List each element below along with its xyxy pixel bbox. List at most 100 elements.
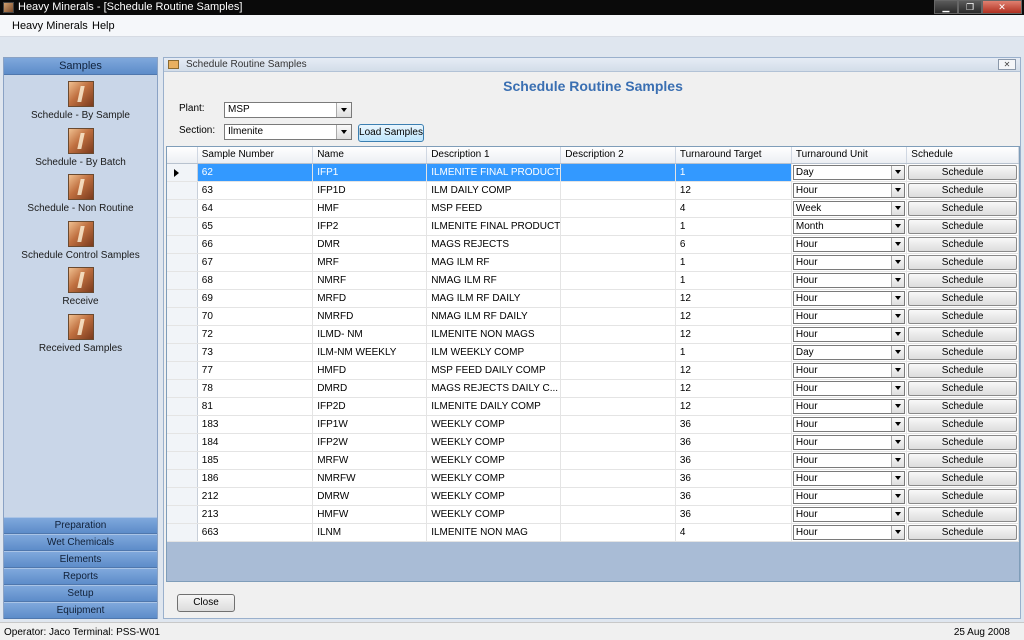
row-header[interactable]	[167, 181, 198, 200]
cell-description-2[interactable]	[560, 487, 676, 506]
cell-schedule[interactable]: Schedule	[906, 217, 1019, 236]
table-row[interactable]: 212 DMRW WEEKLY COMP 36 Hour Schedule	[167, 487, 1019, 506]
cell-name[interactable]: NMRF	[312, 271, 428, 290]
cell-description-2[interactable]	[560, 235, 676, 254]
table-row[interactable]: 186 NMRFW WEEKLY COMP 36 Hour Schedule	[167, 469, 1019, 488]
cell-description-1[interactable]: MAG ILM RF	[426, 253, 562, 272]
turnaround-unit-dropdown[interactable]: Day	[792, 344, 906, 360]
cell-schedule[interactable]: Schedule	[906, 523, 1019, 542]
turnaround-unit-dropdown[interactable]: Hour	[792, 434, 906, 450]
cell-name[interactable]: DMRW	[312, 487, 428, 506]
cell-name[interactable]: IFP2W	[312, 433, 428, 452]
table-row[interactable]: 81 IFP2D ILMENITE DAILY COMP 12 Hour Schedule	[167, 397, 1019, 416]
turnaround-unit-dropdown[interactable]: Hour	[792, 398, 906, 414]
table-row[interactable]: 77 HMFD MSP FEED DAILY COMP 12 Hour Schedule	[167, 361, 1019, 380]
cell-name[interactable]: HMF	[312, 199, 428, 218]
close-button[interactable]: Close	[177, 594, 235, 612]
child-close-button[interactable]: ✕	[998, 59, 1016, 70]
cell-turnaround-unit[interactable]: Hour	[791, 181, 908, 200]
nav-header-samples[interactable]: Samples	[4, 58, 157, 75]
cell-name[interactable]: MRF	[312, 253, 428, 272]
row-header[interactable]	[167, 163, 198, 182]
cell-turnaround-target[interactable]: 1	[675, 271, 792, 290]
row-header[interactable]	[167, 307, 198, 326]
row-header[interactable]	[167, 217, 198, 236]
schedule-button[interactable]: Schedule	[908, 344, 1017, 360]
schedule-button[interactable]: Schedule	[908, 308, 1017, 324]
schedule-button[interactable]: Schedule	[908, 236, 1017, 252]
row-header[interactable]	[167, 451, 198, 470]
cell-description-1[interactable]: ILMENITE FINAL PRODUCT	[426, 217, 562, 236]
cell-schedule[interactable]: Schedule	[906, 307, 1019, 326]
turnaround-unit-dropdown[interactable]: Hour	[792, 326, 906, 342]
cell-turnaround-unit[interactable]: Hour	[791, 361, 908, 380]
schedule-button[interactable]: Schedule	[908, 398, 1017, 414]
cell-turnaround-unit[interactable]: Hour	[791, 235, 908, 254]
cell-turnaround-target[interactable]: 4	[675, 199, 792, 218]
turnaround-unit-dropdown[interactable]: Hour	[792, 416, 906, 432]
cell-description-2[interactable]	[560, 469, 676, 488]
table-row[interactable]: 66 DMR MAGS REJECTS 6 Hour Schedule	[167, 235, 1019, 254]
cell-turnaround-unit[interactable]: Hour	[791, 487, 908, 506]
cell-name[interactable]: DMR	[312, 235, 428, 254]
cell-turnaround-unit[interactable]: Hour	[791, 523, 908, 542]
row-header[interactable]	[167, 469, 198, 488]
cell-sample-number[interactable]: 183	[197, 415, 314, 434]
cell-schedule[interactable]: Schedule	[906, 325, 1019, 344]
cell-sample-number[interactable]: 212	[197, 487, 314, 506]
nav-section-wet-chemicals[interactable]: Wet Chemicals	[4, 534, 157, 551]
schedule-button[interactable]: Schedule	[908, 362, 1017, 378]
column-header-sample-number[interactable]: Sample Number	[197, 147, 314, 164]
table-row[interactable]: 67 MRF MAG ILM RF 1 Hour Schedule	[167, 253, 1019, 272]
cell-sample-number[interactable]: 72	[197, 325, 314, 344]
cell-turnaround-target[interactable]: 4	[675, 523, 792, 542]
cell-turnaround-target[interactable]: 12	[675, 361, 792, 380]
cell-sample-number[interactable]: 184	[197, 433, 314, 452]
turnaround-unit-dropdown[interactable]: Hour	[792, 452, 906, 468]
cell-schedule[interactable]: Schedule	[906, 199, 1019, 218]
table-row[interactable]: 62 IFP1 ILMENITE FINAL PRODUCT 1 Day Schedule	[167, 163, 1019, 182]
row-header[interactable]	[167, 343, 198, 362]
column-header-schedule[interactable]: Schedule	[906, 147, 1019, 164]
nav-section-equipment[interactable]: Equipment	[4, 602, 157, 619]
cell-turnaround-target[interactable]: 36	[675, 433, 792, 452]
cell-schedule[interactable]: Schedule	[906, 235, 1019, 254]
cell-schedule[interactable]: Schedule	[906, 361, 1019, 380]
cell-description-2[interactable]	[560, 253, 676, 272]
cell-description-1[interactable]: MAG ILM RF DAILY	[426, 289, 562, 308]
table-row[interactable]: 63 IFP1D ILM DAILY COMP 12 Hour Schedule	[167, 181, 1019, 200]
cell-description-1[interactable]: WEEKLY COMP	[426, 433, 562, 452]
cell-name[interactable]: HMFD	[312, 361, 428, 380]
cell-description-2[interactable]	[560, 505, 676, 524]
schedule-button[interactable]: Schedule	[908, 380, 1017, 396]
cell-description-1[interactable]: WEEKLY COMP	[426, 469, 562, 488]
nav-item-schedule-control-samples[interactable]: Schedule Control Samples	[4, 221, 157, 261]
schedule-button[interactable]: Schedule	[908, 254, 1017, 270]
cell-sample-number[interactable]: 186	[197, 469, 314, 488]
row-header[interactable]	[167, 433, 198, 452]
cell-turnaround-target[interactable]: 12	[675, 181, 792, 200]
cell-sample-number[interactable]: 78	[197, 379, 314, 398]
schedule-button[interactable]: Schedule	[908, 434, 1017, 450]
schedule-button[interactable]: Schedule	[908, 470, 1017, 486]
cell-description-2[interactable]	[560, 397, 676, 416]
cell-turnaround-unit[interactable]: Hour	[791, 469, 908, 488]
close-window-button[interactable]: ✕	[982, 0, 1022, 14]
cell-description-2[interactable]	[560, 271, 676, 290]
cell-description-1[interactable]: WEEKLY COMP	[426, 451, 562, 470]
cell-description-1[interactable]: ILMENITE NON MAG	[426, 523, 562, 542]
row-header[interactable]	[167, 487, 198, 506]
schedule-button[interactable]: Schedule	[908, 506, 1017, 522]
cell-name[interactable]: HMFW	[312, 505, 428, 524]
cell-schedule[interactable]: Schedule	[906, 469, 1019, 488]
cell-sample-number[interactable]: 81	[197, 397, 314, 416]
cell-sample-number[interactable]: 65	[197, 217, 314, 236]
turnaround-unit-dropdown[interactable]: Hour	[792, 506, 906, 522]
cell-turnaround-unit[interactable]: Hour	[791, 307, 908, 326]
turnaround-unit-dropdown[interactable]: Month	[792, 218, 906, 234]
turnaround-unit-dropdown[interactable]: Day	[792, 164, 906, 180]
cell-schedule[interactable]: Schedule	[906, 163, 1019, 182]
cell-name[interactable]: IFP1	[312, 163, 428, 182]
section-dropdown[interactable]: Ilmenite	[224, 124, 352, 140]
nav-section-preparation[interactable]: Preparation	[4, 517, 157, 534]
